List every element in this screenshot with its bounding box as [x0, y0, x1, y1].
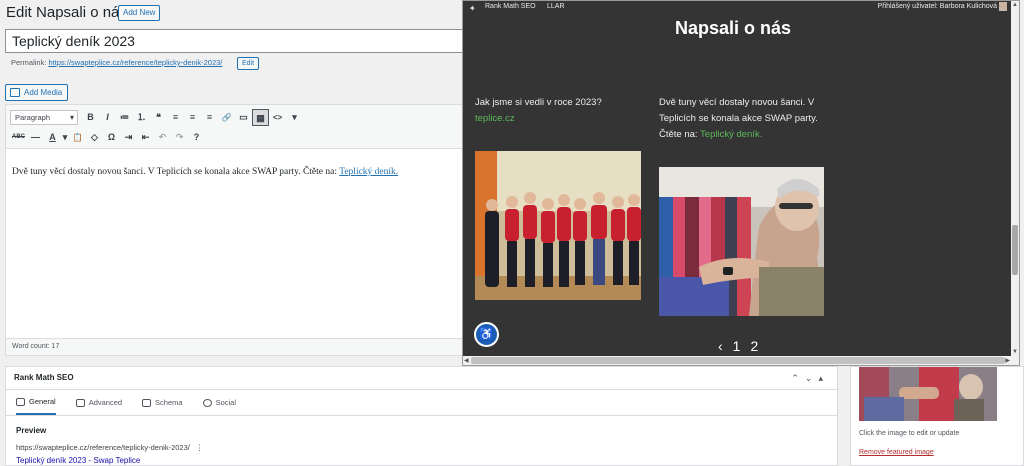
italic-button[interactable]: I: [99, 109, 116, 126]
tab-general-label: General: [29, 396, 56, 406]
admin-bar-user[interactable]: Přihlášený uživatel: Barbora Kulichová: [878, 1, 997, 13]
reference-column-1: Jak jsme si vedli v roce 2023? teplice.c…: [475, 95, 645, 127]
outdent-button[interactable]: ⇤: [137, 129, 154, 146]
text-color-button[interactable]: A: [44, 129, 61, 146]
admin-bar: ✦ Rank Math SEO LLAR Přihlášený uživatel…: [463, 1, 1019, 13]
reference-1-photo[interactable]: [475, 151, 641, 300]
scroll-down-icon[interactable]: ▼: [1012, 349, 1018, 355]
permalink-url[interactable]: https://swapteplice.cz/reference/teplick…: [49, 58, 223, 67]
align-center-button[interactable]: ≡: [184, 109, 201, 126]
format-select[interactable]: Paragraph: [10, 109, 78, 125]
permalink: Permalink: https://swapteplice.cz/refere…: [11, 58, 222, 67]
featured-image[interactable]: [859, 367, 997, 421]
admin-bar-rank-math[interactable]: Rank Math SEO: [485, 1, 536, 13]
briefcase-icon: [75, 398, 85, 407]
toolbar-row-1: Paragraph B I ≔ ⒈ ❝ ≡ ≡ ≡ 🔗 ▭ ▦ <> ▾: [10, 108, 303, 126]
reference-2-link[interactable]: Teplický deník.: [700, 129, 762, 140]
scroll-right-icon[interactable]: ▶: [1005, 357, 1010, 364]
toolbar-row-2: ABC — A ▾ 📋 ◇ Ω ⇥ ⇤ ↶ ↷ ?: [10, 128, 205, 146]
accessibility-icon[interactable]: ♿: [474, 322, 499, 347]
post-title-input[interactable]: Teplický deník 2023: [5, 29, 475, 53]
tab-general[interactable]: General: [16, 390, 56, 415]
rank-math-title: Rank Math SEO: [14, 373, 74, 382]
scroll-left-icon[interactable]: ◀: [464, 357, 469, 364]
remove-featured-image-link[interactable]: Remove featured image: [859, 449, 934, 456]
box-controls[interactable]: ⌃⌄▴: [791, 367, 829, 389]
blockquote-button[interactable]: ❝: [150, 109, 167, 126]
indent-button[interactable]: ⇥: [120, 129, 137, 146]
special-character-button[interactable]: Ω: [103, 129, 120, 146]
tab-schema-label: Schema: [155, 397, 183, 407]
editor-content-text: Dvě tuny věcí dostaly novou šanci. V Tep…: [12, 167, 340, 177]
align-right-button[interactable]: ≡: [201, 109, 218, 126]
featured-image-note: Click the image to edit or update: [859, 430, 960, 437]
word-count: Word count: 17: [5, 338, 475, 356]
preview-page-title: Napsali o nás: [674, 18, 792, 38]
rank-math-tabs: General Advanced Schema Social: [6, 390, 837, 416]
strikethrough-button[interactable]: ABC: [10, 129, 27, 146]
media-icon: [10, 88, 20, 97]
wordpress-icon[interactable]: ✦: [469, 3, 476, 15]
preview-title: Teplický deník 2023 - Swap Teplice: [16, 456, 141, 465]
reference-column-2: Dvě tuny věcí dostaly novou šanci. V Tep…: [659, 95, 829, 143]
undo-button[interactable]: ↶: [154, 129, 171, 146]
preview-url-row: https://swapteplice.cz/reference/teplick…: [6, 435, 837, 452]
horizontal-line-button[interactable]: —: [27, 129, 44, 146]
tab-advanced-label: Advanced: [88, 397, 123, 407]
vertical-scrollbar[interactable]: ▲ ▼: [1011, 1, 1019, 365]
add-media-button[interactable]: Add Media: [5, 84, 69, 101]
bold-button[interactable]: B: [82, 109, 99, 126]
scrollbar-thumb[interactable]: [1012, 225, 1018, 275]
pager-page-1[interactable]: 1: [733, 338, 741, 354]
rank-math-box: Rank Math SEO ⌃⌄▴ General Advanced Schem…: [5, 366, 838, 466]
add-media-label: Add Media: [24, 88, 63, 97]
redo-button[interactable]: ↷: [171, 129, 188, 146]
code-dropdown-icon[interactable]: ▾: [286, 109, 303, 126]
pager-page-2[interactable]: 2: [750, 338, 758, 354]
permalink-label: Permalink:: [11, 58, 47, 67]
tab-social[interactable]: Social: [202, 390, 236, 415]
code-button[interactable]: <>: [269, 109, 286, 126]
tab-social-label: Social: [215, 397, 236, 407]
scroll-up-icon[interactable]: ▲: [1012, 2, 1018, 8]
gear-icon: [16, 397, 25, 406]
tab-schema[interactable]: Schema: [142, 390, 183, 415]
preview-heading: Preview: [16, 426, 47, 435]
editor-toolbar: Paragraph B I ≔ ⒈ ❝ ≡ ≡ ≡ 🔗 ▭ ▦ <> ▾ ABC…: [6, 105, 474, 149]
schema-icon: [142, 398, 152, 407]
preview-window: ✦ Rank Math SEO LLAR Přihlášený uživatel…: [462, 0, 1020, 366]
permalink-edit-button[interactable]: Edit: [237, 57, 260, 70]
link-button[interactable]: 🔗: [218, 109, 235, 126]
editor-content[interactable]: Dvě tuny věcí dostaly novou šanci. V Tep…: [12, 167, 398, 177]
read-more-button[interactable]: ▭: [235, 109, 252, 126]
reference-1-link[interactable]: teplice.cz: [475, 111, 645, 127]
horizontal-scrollbar-thumb[interactable]: [471, 357, 1005, 364]
tab-advanced[interactable]: Advanced: [75, 390, 123, 415]
numbered-list-button[interactable]: ⒈: [133, 109, 150, 126]
rank-math-header: Rank Math SEO ⌃⌄▴: [6, 367, 837, 390]
add-new-button[interactable]: Add New: [118, 5, 161, 21]
reference-2-photo[interactable]: [659, 167, 824, 316]
pager-prev[interactable]: ‹: [718, 338, 723, 354]
avatar[interactable]: [999, 2, 1007, 11]
admin-bar-llar[interactable]: LLAR: [547, 1, 565, 13]
editor-content-link[interactable]: Teplický deník.: [339, 167, 398, 177]
featured-image-box: Click the image to edit or update Remove…: [850, 366, 1024, 466]
paste-text-button[interactable]: 📋: [69, 129, 86, 146]
help-button[interactable]: ?: [188, 129, 205, 146]
more-icon[interactable]: ⋮: [196, 443, 204, 452]
social-icon: [202, 398, 212, 407]
reference-1-text: Jak jsme si vedli v roce 2023?: [475, 97, 602, 108]
page-title: Edit Napsali o nás: [6, 4, 127, 21]
pagination: ‹ 1 2: [718, 338, 758, 354]
horizontal-scrollbar[interactable]: ◀ ▶: [463, 356, 1019, 365]
text-color-dropdown-icon[interactable]: ▾: [61, 129, 69, 146]
clear-formatting-button[interactable]: ◇: [86, 129, 103, 146]
toolbar-toggle-button[interactable]: ▦: [252, 108, 269, 126]
classic-editor[interactable]: Paragraph B I ≔ ⒈ ❝ ≡ ≡ ≡ 🔗 ▭ ▦ <> ▾ ABC…: [5, 104, 475, 356]
bullet-list-button[interactable]: ≔: [116, 109, 133, 126]
align-left-button[interactable]: ≡: [167, 109, 184, 126]
preview-url: https://swapteplice.cz/reference/teplick…: [16, 443, 190, 452]
